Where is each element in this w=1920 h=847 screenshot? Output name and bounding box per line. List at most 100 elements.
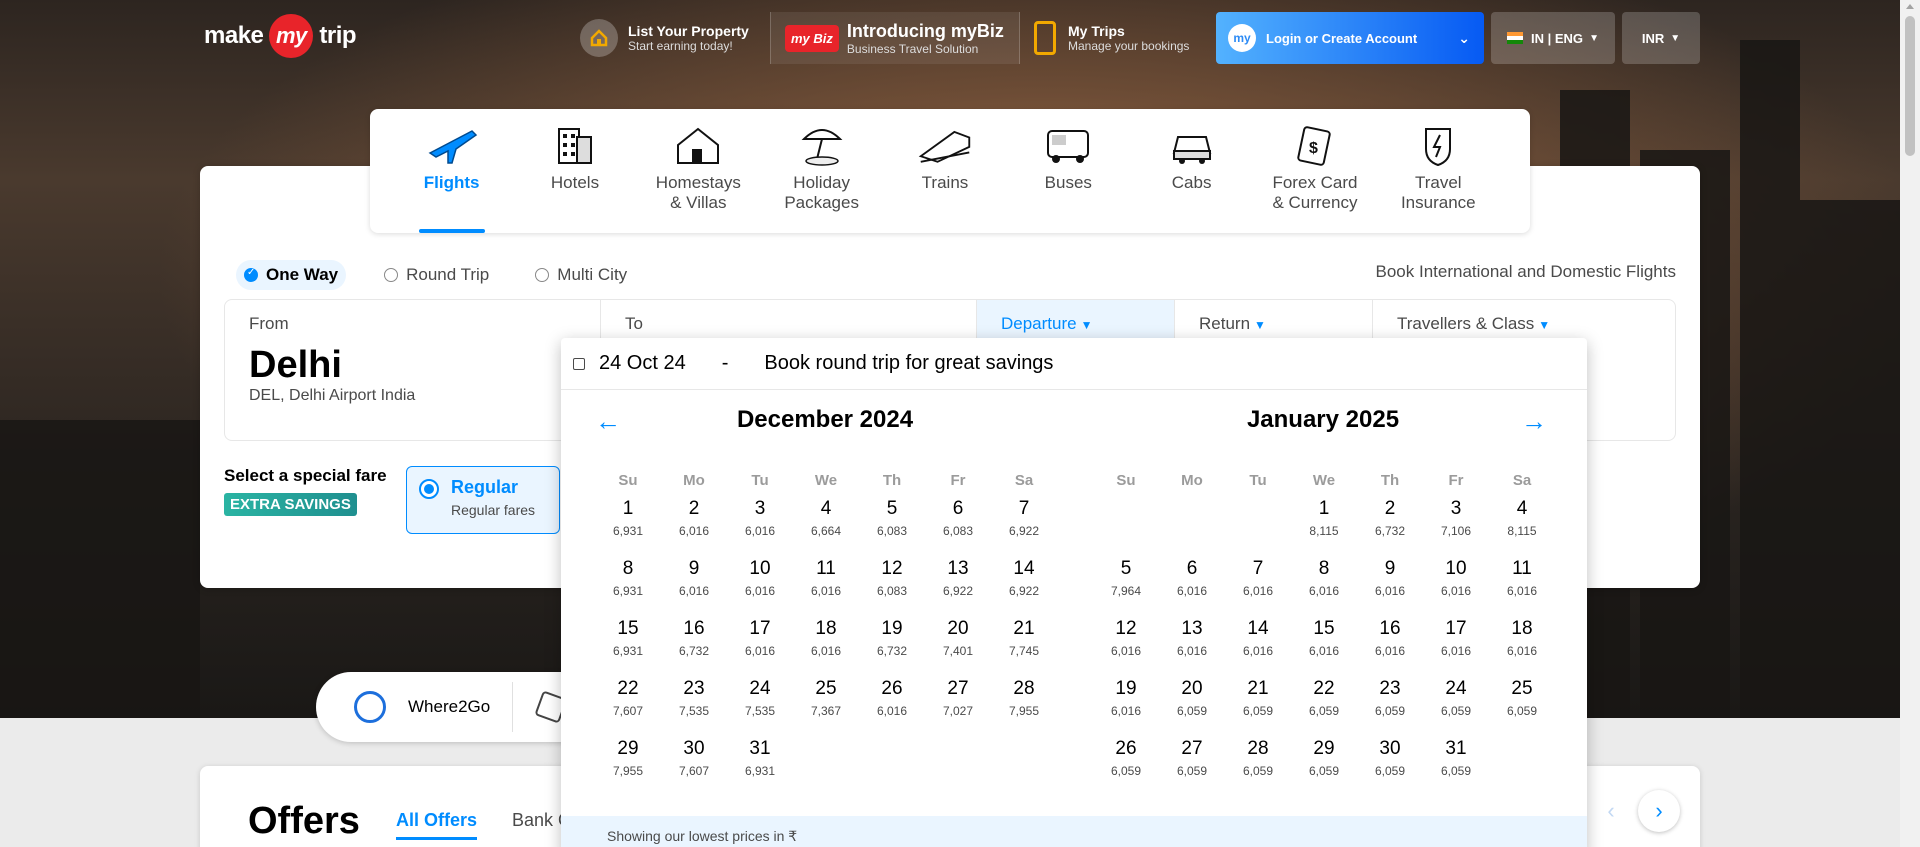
tab-cabs[interactable]: Cabs (1130, 109, 1253, 233)
calendar-day[interactable]: 10 6,016 (1423, 558, 1489, 614)
calendar-day[interactable]: 13 6,922 (925, 558, 991, 614)
calendar-day[interactable]: 24 7,535 (727, 678, 793, 734)
calendar-day[interactable]: 5 7,964 (1093, 558, 1159, 614)
makemytrip-logo[interactable]: make my trip (204, 14, 357, 58)
calendar-day[interactable]: 17 6,016 (727, 618, 793, 674)
day-price: 6,016 (1176, 584, 1208, 598)
calendar-day[interactable]: 6 6,083 (925, 498, 991, 554)
trip-type-round-trip[interactable]: Round Trip (376, 260, 497, 290)
calendar-day[interactable]: 5 6,083 (859, 498, 925, 554)
calendar-day[interactable]: 15 6,016 (1291, 618, 1357, 674)
offers-tab-all[interactable]: All Offers (396, 810, 478, 840)
calendar-day[interactable]: 4 6,664 (793, 498, 859, 554)
calendar-day[interactable]: 8 6,016 (1291, 558, 1357, 614)
calendar-day[interactable]: 7 6,922 (991, 498, 1057, 554)
calendar-day[interactable]: 29 7,955 (595, 738, 661, 794)
calendar-day[interactable]: 7 6,016 (1225, 558, 1291, 614)
tab-flights[interactable]: Flights (390, 109, 513, 233)
calendar-day[interactable]: 20 6,059 (1159, 678, 1225, 734)
currency-selector[interactable]: INR ▼ (1622, 12, 1700, 64)
calendar-day[interactable]: 10 6,016 (727, 558, 793, 614)
calendar-day[interactable]: 16 6,016 (1357, 618, 1423, 674)
tab-forex-card[interactable]: $ Forex Card & Currency (1253, 109, 1376, 233)
list-property-link[interactable]: List Your Property Start earning today! (580, 12, 750, 64)
calendar-day[interactable]: 31 6,931 (727, 738, 793, 794)
scrollbar[interactable] (1900, 0, 1920, 847)
weekday-header: Th (882, 472, 902, 489)
offers-prev-icon[interactable]: ‹ (1590, 790, 1632, 832)
calendar-day[interactable]: 4 8,115 (1489, 498, 1555, 554)
calendar-day[interactable]: 21 6,059 (1225, 678, 1291, 734)
calendar-day[interactable]: 2 6,016 (661, 498, 727, 554)
calendar-day[interactable]: 18 6,016 (1489, 618, 1555, 674)
calendar-day[interactable]: 13 6,016 (1159, 618, 1225, 674)
calendar-day[interactable]: 14 6,016 (1225, 618, 1291, 674)
calendar-day[interactable]: 22 6,059 (1291, 678, 1357, 734)
calendar-day[interactable]: 26 6,059 (1093, 738, 1159, 794)
calendar-day[interactable]: 22 7,607 (595, 678, 661, 734)
calendar-day[interactable]: 2 6,732 (1357, 498, 1423, 554)
calendar-day[interactable]: 28 6,059 (1225, 738, 1291, 794)
calendar-day[interactable]: 23 6,059 (1357, 678, 1423, 734)
tab-trains[interactable]: Trains (883, 109, 1006, 233)
calendar-day[interactable]: 16 6,732 (661, 618, 727, 674)
calendar-day[interactable]: 26 6,016 (859, 678, 925, 734)
calendar-day[interactable]: 3 7,106 (1423, 498, 1489, 554)
calendar-day[interactable]: 19 6,732 (859, 618, 925, 674)
calendar-day[interactable]: 25 7,367 (793, 678, 859, 734)
calendar-day[interactable]: 12 6,083 (859, 558, 925, 614)
day-price: 7,106 (1440, 524, 1472, 538)
calendar-day[interactable]: 29 6,059 (1291, 738, 1357, 794)
my-trips-link[interactable]: My Trips Manage your bookings (1034, 12, 1214, 64)
calendar-day[interactable]: 6 6,016 (1159, 558, 1225, 614)
calendar-day[interactable]: 23 7,535 (661, 678, 727, 734)
calendar-day[interactable]: 14 6,922 (991, 558, 1057, 614)
tab-hotels[interactable]: Hotels (513, 109, 636, 233)
round-trip-prompt[interactable]: Book round trip for great savings (764, 352, 1053, 375)
calendar-day[interactable]: 18 6,016 (793, 618, 859, 674)
calendar-day[interactable]: 3 6,016 (727, 498, 793, 554)
calendar-day[interactable]: 24 6,059 (1423, 678, 1489, 734)
calendar-day[interactable]: 15 6,931 (595, 618, 661, 674)
calendar-day[interactable]: 1 8,115 (1291, 498, 1357, 554)
tab-buses[interactable]: Buses (1007, 109, 1130, 233)
calendar-day[interactable]: 28 7,955 (991, 678, 1057, 734)
scrollbar-thumb[interactable] (1905, 16, 1915, 156)
mybiz-link[interactable]: my Biz Introducing myBiz Business Travel… (770, 12, 1020, 64)
day-price: 7,955 (1008, 704, 1040, 718)
fare-option-regular[interactable]: Regular Regular fares (406, 466, 560, 534)
selected-date[interactable]: 24 Oct 24 (599, 352, 686, 375)
tab-travel[interactable]: Travel Insurance (1377, 109, 1500, 233)
calendar-day[interactable]: 19 6,016 (1093, 678, 1159, 734)
calendar-day[interactable]: 1 6,931 (595, 498, 661, 554)
scroll-up-icon[interactable] (1906, 4, 1914, 9)
calendar-day[interactable]: 30 6,059 (1357, 738, 1423, 794)
offers-next-icon[interactable]: › (1638, 790, 1680, 832)
trip-type-one-way[interactable]: One Way (236, 260, 347, 290)
calendar-day[interactable]: 9 6,016 (1357, 558, 1423, 614)
from-field[interactable]: From Delhi DEL, Delhi Airport India (225, 300, 601, 440)
calendar-day[interactable]: 21 7,745 (991, 618, 1057, 674)
calendar-day[interactable]: 20 7,401 (925, 618, 991, 674)
tab-holiday[interactable]: Holiday Packages (760, 109, 883, 233)
calendar-day[interactable]: 11 6,016 (793, 558, 859, 614)
calendar-day[interactable]: 8 6,931 (595, 558, 661, 614)
calendar-day[interactable]: 12 6,016 (1093, 618, 1159, 674)
day-price: 6,016 (1308, 584, 1340, 598)
calendar-day[interactable]: 25 6,059 (1489, 678, 1555, 734)
day-price: 6,059 (1308, 764, 1340, 778)
calendar-day[interactable]: 17 6,016 (1423, 618, 1489, 674)
tab-homestays[interactable]: Homestays & Villas (637, 109, 760, 233)
mybiz-badge: my Biz (785, 24, 839, 52)
trip-type-multi-city[interactable]: Multi City (527, 260, 635, 290)
shield-icon (1410, 121, 1466, 169)
calendar-day[interactable]: 31 6,059 (1423, 738, 1489, 794)
day-price: 6,083 (876, 524, 908, 538)
login-button[interactable]: my Login or Create Account ⌄ (1216, 12, 1484, 64)
calendar-day[interactable]: 30 7,607 (661, 738, 727, 794)
calendar-day[interactable]: 9 6,016 (661, 558, 727, 614)
calendar-day[interactable]: 27 6,059 (1159, 738, 1225, 794)
calendar-day[interactable]: 11 6,016 (1489, 558, 1555, 614)
language-selector[interactable]: IN | ENG ▼ (1491, 12, 1615, 64)
calendar-day[interactable]: 27 7,027 (925, 678, 991, 734)
